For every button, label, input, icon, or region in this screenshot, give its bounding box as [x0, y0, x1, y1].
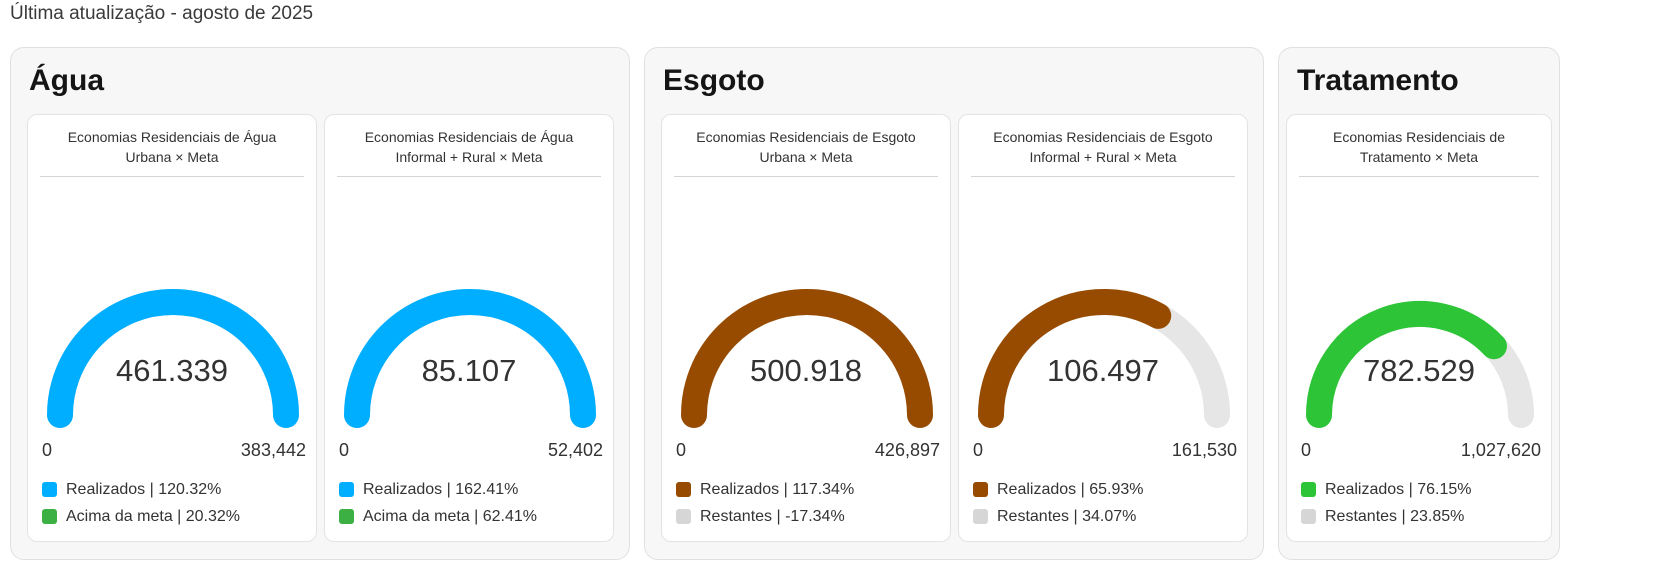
gauge-max-label: 52,402 — [547, 440, 603, 460]
legend-item: Realizados | 117.34% — [676, 476, 854, 503]
water-panel: Água Economias Residenciais de Água Urban… — [10, 47, 630, 560]
legend-swatch — [1301, 509, 1316, 524]
gauge-value: 782.529 — [1362, 353, 1476, 388]
gauge-title: Economias Residenciais de Esgoto Urbana ×… — [674, 127, 938, 177]
gauge-max-label: 1,027,620 — [1460, 440, 1541, 460]
gauge-chart — [978, 289, 1230, 428]
legend-label: Realizados | 162.41% — [363, 480, 519, 498]
legend-swatch — [973, 509, 988, 524]
gauge-title: Economias Residenciais de Tratamento × Me… — [1299, 127, 1539, 177]
gauge-title-line: Economias Residenciais de Água — [67, 129, 277, 145]
gauge-chart — [681, 289, 933, 428]
panel-title: Tratamento — [1297, 64, 1459, 97]
gauge-legend: Realizados | 117.34% Restantes | -17.34% — [676, 476, 854, 530]
legend-item: Restantes | 34.07% — [973, 503, 1143, 530]
gauge-min-label: 0 — [676, 440, 687, 460]
legend-swatch — [1301, 482, 1316, 497]
gauge-title-line: Economias Residenciais de Esgoto — [696, 129, 916, 145]
sewage-panel: Esgoto Economias Residenciais de Esgoto U… — [644, 47, 1264, 560]
legend-swatch — [676, 482, 691, 497]
last-update-text: Última atualização - agosto de 2025 — [10, 3, 314, 24]
legend-item: Realizados | 120.32% — [42, 476, 240, 503]
gauge-title: Economias Residenciais de Água Urbana × M… — [40, 127, 304, 177]
legend-label: Restantes | -17.34% — [700, 507, 845, 525]
gauge-legend: Realizados | 65.93% Restantes | 34.07% — [973, 476, 1143, 530]
legend-label: Realizados | 117.34% — [700, 480, 855, 498]
legend-item: Realizados | 65.93% — [973, 476, 1143, 503]
gauge-value: 106.497 — [1046, 353, 1160, 388]
gauge-title-line: Economias Residenciais de — [1333, 129, 1505, 145]
legend-swatch — [676, 509, 691, 524]
legend-label: Realizados | 65.93% — [997, 480, 1144, 498]
gauge-chart — [47, 289, 299, 428]
legend-swatch — [973, 482, 988, 497]
gauge-title-line: Urbana × Meta — [125, 149, 219, 165]
gauge-chart — [1306, 301, 1534, 428]
gauge-title-line: Tratamento × Meta — [1359, 149, 1479, 165]
gauge-value: 461.339 — [115, 353, 229, 388]
gauge-min-label: 0 — [42, 440, 53, 460]
legend-label: Restantes | 34.07% — [997, 507, 1137, 525]
gauge-title: Economias Residenciais de Água Informal +… — [337, 127, 601, 177]
gauge-title: Economias Residenciais de Esgoto Informal… — [971, 127, 1235, 177]
legend-swatch — [42, 509, 57, 524]
legend-item: Acima da meta | 62.41% — [339, 503, 537, 530]
gauge-chart — [344, 289, 596, 428]
gauge-card: Economias Residenciais de Esgoto Informal… — [958, 114, 1248, 542]
gauge-title-line: Informal + Rural × Meta — [395, 149, 543, 165]
panel-title: Água — [29, 64, 104, 97]
legend-label: Realizados | 76.15% — [1325, 480, 1472, 498]
gauge-legend: Realizados | 76.15% Restantes | 23.85% — [1301, 476, 1471, 530]
gauge-min-label: 0 — [339, 440, 350, 460]
gauge-card: Economias Residenciais de Água Informal +… — [324, 114, 614, 542]
panel-title: Esgoto — [663, 64, 765, 97]
legend-item: Realizados | 162.41% — [339, 476, 537, 503]
gauge-min-label: 0 — [973, 440, 984, 460]
legend-label: Acima da meta | 62.41% — [363, 507, 538, 525]
gauge-card: Economias Residenciais de Tratamento × Me… — [1286, 114, 1552, 542]
treatment-panel: Tratamento Economias Residenciais de Trat… — [1278, 47, 1560, 560]
gauge-title-line: Economias Residenciais de Esgoto — [993, 129, 1213, 145]
gauge-value: 85.107 — [421, 353, 517, 388]
gauge-max-label: 161,530 — [1171, 440, 1237, 460]
legend-swatch — [42, 482, 57, 497]
legend-label: Realizados | 120.32% — [66, 480, 222, 498]
legend-swatch — [339, 482, 354, 497]
legend-label: Acima da meta | 20.32% — [66, 507, 241, 525]
gauge-card: Economias Residenciais de Água Urbana × M… — [27, 114, 317, 542]
gauge-title-line: Informal + Rural × Meta — [1029, 149, 1177, 165]
gauge-value: 500.918 — [749, 353, 863, 388]
legend-item: Acima da meta | 20.32% — [42, 503, 240, 530]
gauge-min-label: 0 — [1301, 440, 1312, 460]
legend-swatch — [339, 509, 354, 524]
legend-item: Restantes | -17.34% — [676, 503, 854, 530]
gauge-max-label: 426,897 — [874, 440, 940, 460]
gauge-title-line: Economias Residenciais de Água — [364, 129, 574, 145]
legend-item: Restantes | 23.85% — [1301, 503, 1471, 530]
gauge-legend: Realizados | 120.32% Acima da meta | 20.3… — [42, 476, 240, 530]
gauge-title-line: Urbana × Meta — [759, 149, 853, 165]
gauge-legend: Realizados | 162.41% Acima da meta | 62.4… — [339, 476, 537, 530]
legend-item: Realizados | 76.15% — [1301, 476, 1471, 503]
gauge-max-label: 383,442 — [240, 440, 306, 460]
legend-label: Restantes | 23.85% — [1325, 507, 1465, 525]
gauge-card: Economias Residenciais de Esgoto Urbana ×… — [661, 114, 951, 542]
